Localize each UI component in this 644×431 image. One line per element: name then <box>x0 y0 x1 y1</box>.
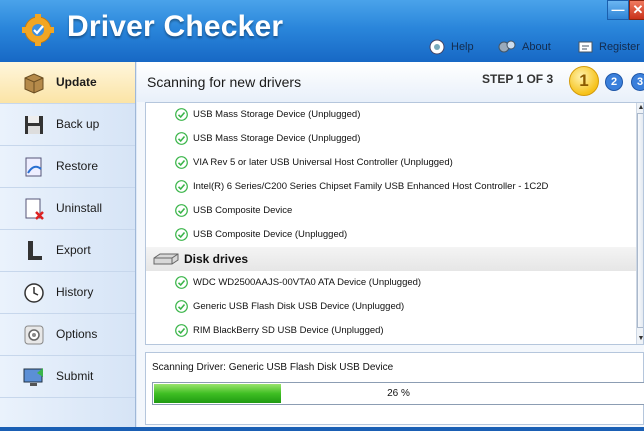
about-icon <box>498 40 516 53</box>
list-item[interactable]: USB Composite Device (Unplugged) <box>146 223 636 247</box>
list-item[interactable]: Intel(R) 6 Series/C200 Series Chipset Fa… <box>146 175 636 199</box>
register-icon <box>578 41 593 53</box>
page-title: Scanning for new drivers <box>147 74 302 90</box>
uninstall-icon <box>25 198 44 220</box>
sidebar-item-label: Restore <box>56 159 99 173</box>
close-button[interactable]: ✕ <box>629 0 644 20</box>
check-icon <box>175 324 188 337</box>
sidebar-item-update[interactable]: Update <box>0 62 135 104</box>
step-2-badge: 2 <box>605 73 623 91</box>
check-icon <box>175 204 188 217</box>
sidebar-item-label: History <box>56 285 94 299</box>
export-icon <box>28 241 42 260</box>
sidebar-item-label: Uninstall <box>56 201 103 215</box>
sidebar-item-label: Options <box>56 327 98 341</box>
device-name: WDC WD2500AAJS-00VTA0 ATA Device (Unplug… <box>193 277 422 288</box>
sidebar-item-label: Back up <box>56 117 100 131</box>
device-name: USB Mass Storage Device (Unplugged) <box>193 133 361 144</box>
sidebar-item-uninstall[interactable]: Uninstall <box>0 188 135 230</box>
progress-bar: 26 % <box>152 382 644 405</box>
scanning-driver-label: Scanning Driver: Generic USB Flash Disk … <box>152 362 394 373</box>
progress-text: 26 % <box>387 388 410 399</box>
restore-icon <box>25 157 42 177</box>
gear-icon <box>24 325 44 345</box>
device-name: Generic USB Flash Disk USB Device (Unplu… <box>193 301 405 312</box>
device-name: USB Mass Storage Device (Unplugged) <box>193 109 361 120</box>
register-label: Register <box>599 41 640 53</box>
scan-status-panel: Scanning Driver: Generic USB Flash Disk … <box>145 352 644 425</box>
sidebar-item-history[interactable]: History <box>0 272 135 314</box>
sidebar-item-label: Export <box>56 243 91 257</box>
floppy-icon <box>25 116 43 134</box>
device-name: USB Composite Device <box>193 205 293 216</box>
list-item[interactable]: RIM BlackBerry SD USB Device (Unplugged) <box>146 319 636 343</box>
check-icon <box>175 180 188 193</box>
sidebar-item-label: Update <box>56 75 97 89</box>
check-icon <box>175 276 188 289</box>
app-window: Driver Checker — ✕ Help About Register U… <box>0 0 644 431</box>
scrollbar-thumb[interactable] <box>637 113 643 328</box>
device-name: USB Composite Device (Unplugged) <box>193 229 348 240</box>
main-header: Scanning for new drivers STEP 1 OF 3 1 2… <box>137 62 644 102</box>
list-item[interactable]: USB Composite Device <box>146 199 636 223</box>
device-name: VIA Rev 5 or later USB Universal Host Co… <box>193 157 453 168</box>
sidebar-item-backup[interactable]: Back up <box>0 104 135 146</box>
category-label: Disk drives <box>184 252 249 266</box>
monitor-icon <box>23 368 43 386</box>
help-icon <box>429 39 445 55</box>
help-button[interactable]: Help <box>428 38 474 56</box>
device-name: Intel(R) 6 Series/C200 Series Chipset Fa… <box>193 181 549 192</box>
about-button[interactable]: About <box>497 38 551 56</box>
step-indicator-text: STEP 1 OF 3 <box>482 72 554 86</box>
list-item[interactable]: Generic USB Flash Disk USB Device (Unplu… <box>146 295 636 319</box>
list-item[interactable]: USB Mass Storage Device (Unplugged) <box>146 127 636 151</box>
check-icon <box>175 108 188 121</box>
register-button[interactable]: Register <box>578 38 640 56</box>
check-icon <box>175 300 188 313</box>
list-item[interactable]: WDC WD2500AAJS-00VTA0 ATA Device (Unplug… <box>146 271 636 295</box>
sidebar-item-options[interactable]: Options <box>0 314 135 356</box>
sidebar-item-export[interactable]: Export <box>0 230 135 272</box>
category-header[interactable]: Disk drives <box>146 247 636 271</box>
sidebar: Update Back up Restore Uninstall Export … <box>0 62 136 431</box>
gear-logo-icon <box>22 14 54 46</box>
list-scrollbar[interactable]: ▲ ▼ <box>636 103 643 344</box>
step-1-badge: 1 <box>569 66 599 96</box>
step-3-badge: 3 <box>631 73 644 91</box>
help-label: Help <box>451 41 474 53</box>
about-label: About <box>522 41 551 53</box>
main-panel: Scanning for new drivers STEP 1 OF 3 1 2… <box>137 62 644 431</box>
driver-list[interactable]: USB Mass Storage Device (Unplugged) USB … <box>145 102 644 345</box>
list-item[interactable]: VIA Rev 5 or later USB Universal Host Co… <box>146 151 636 175</box>
bottom-border <box>0 427 644 431</box>
title-bar: Driver Checker — ✕ Help About Register <box>0 0 644 62</box>
device-name: RIM BlackBerry SD USB Device (Unplugged) <box>193 325 384 336</box>
minimize-button[interactable]: — <box>607 0 629 20</box>
app-title: Driver Checker <box>67 10 284 43</box>
check-icon <box>175 132 188 145</box>
scroll-up-icon[interactable]: ▲ <box>637 103 643 113</box>
list-item[interactable]: USB Mass Storage Device (Unplugged) <box>146 103 636 127</box>
disk-drive-icon <box>153 253 179 265</box>
box-icon <box>24 73 44 94</box>
scroll-down-icon[interactable]: ▼ <box>637 334 643 344</box>
sidebar-item-label: Submit <box>56 369 94 383</box>
clock-icon <box>24 283 44 303</box>
sidebar-item-submit[interactable]: Submit <box>0 356 135 398</box>
check-icon <box>175 156 188 169</box>
sidebar-item-restore[interactable]: Restore <box>0 146 135 188</box>
check-icon <box>175 228 188 241</box>
